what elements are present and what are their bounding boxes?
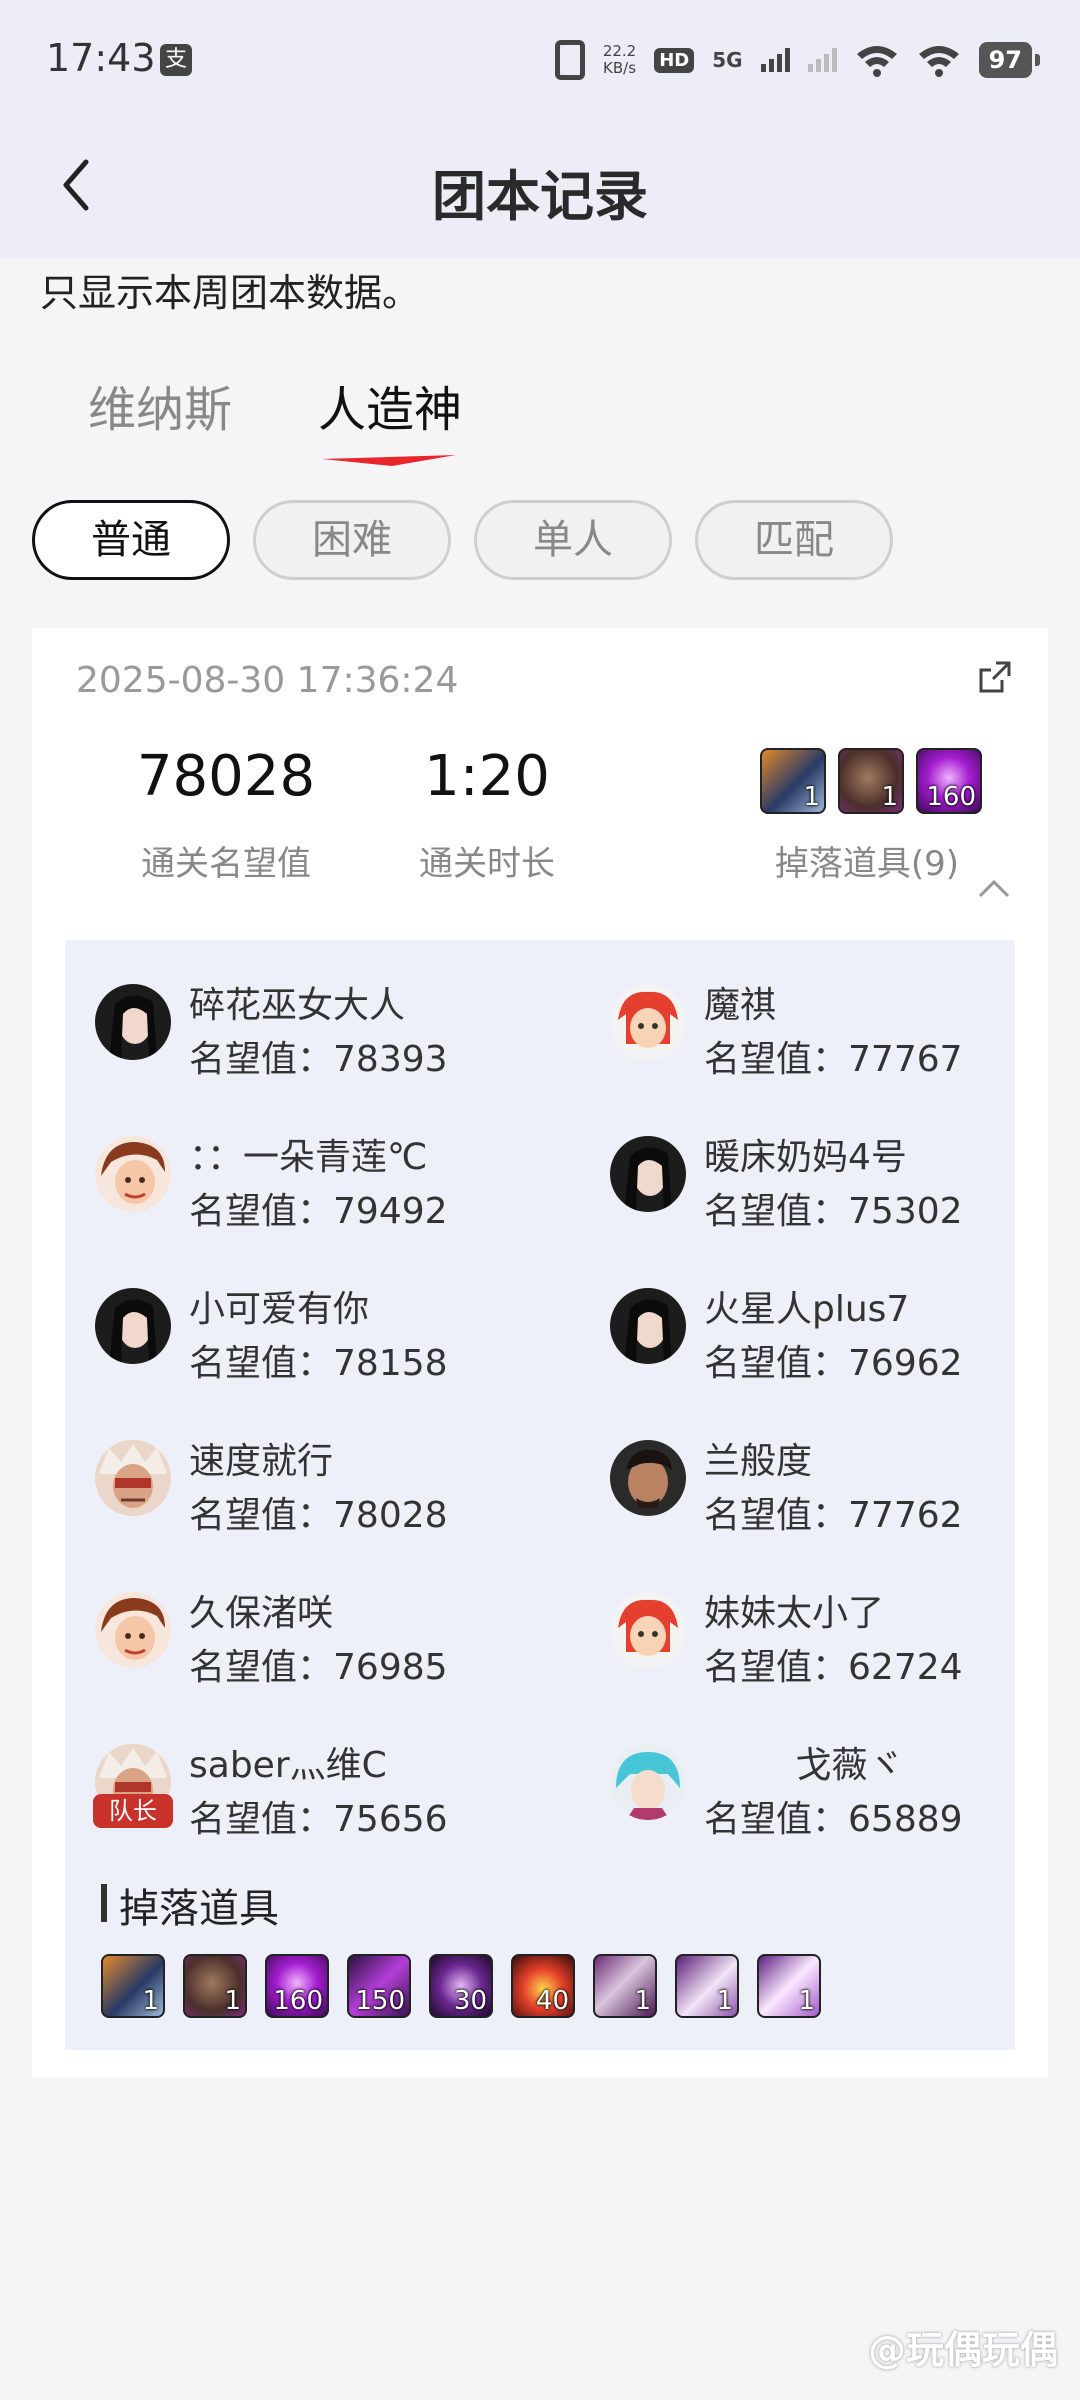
status-time: 17:43 xyxy=(46,36,156,80)
member-item[interactable]: 兰般度 名望值：77762 xyxy=(610,1432,1050,1562)
drops-list: 1 1 160 150 30 40 1 1 1 xyxy=(101,1954,821,2018)
top-nav: 团本记录 xyxy=(0,120,1080,258)
fame-label: 通关名望值 xyxy=(141,844,311,884)
watermark: @玩偶玩偶 xyxy=(867,2328,1058,2372)
active-tab-indicator xyxy=(322,455,456,466)
share-icon[interactable] xyxy=(976,658,1014,696)
status-bar: 17:43 支 22.2 KB/s HD 5G 97 xyxy=(0,0,1080,120)
wifi-plus-icon xyxy=(856,46,897,77)
tab-venus[interactable]: 维纳斯 xyxy=(88,370,232,440)
mode-normal-button[interactable]: 普通 xyxy=(32,500,230,580)
armor-item-icon: 1 xyxy=(760,748,826,814)
member-item[interactable]: 小可爱有你 名望值：78158 xyxy=(95,1280,535,1410)
chevron-up-icon[interactable] xyxy=(976,876,1012,900)
armor-item-icon[interactable]: 1 xyxy=(101,1954,165,2018)
member-item[interactable]: 戈薇ヾ 名望值：65889 xyxy=(610,1736,1050,1866)
chest-box-icon[interactable]: 1 xyxy=(593,1954,657,2018)
avatar xyxy=(95,1136,171,1212)
member-item[interactable]: 久保渚咲 名望值：76985 xyxy=(95,1584,535,1714)
avatar xyxy=(610,1592,686,1668)
portrait-item-icon: 1 xyxy=(838,748,904,814)
signal-icon xyxy=(760,48,790,72)
avatar xyxy=(610,1744,686,1820)
fame-value: 78028 xyxy=(136,744,316,809)
hd-icon: HD xyxy=(654,47,695,73)
boot-item-icon[interactable]: 1 xyxy=(675,1954,739,2018)
purple-orb-icon[interactable]: 160 xyxy=(265,1954,329,2018)
member-item[interactable]: 速度就行 名望值：78028 xyxy=(95,1432,535,1562)
purple-crystal-icon[interactable]: 150 xyxy=(347,1954,411,2018)
notice-text: 只显示本周团本数据。 xyxy=(40,271,421,315)
record-card: 2025-08-30 17:36:24 78028 通关名望值 1:20 通关时… xyxy=(32,628,1048,2078)
network-type: 5G xyxy=(712,48,743,72)
avatar xyxy=(95,1288,171,1364)
member-item[interactable]: ：：一朵青莲℃ 名望值：79492 xyxy=(95,1128,535,1258)
battery-icon: 97 xyxy=(978,42,1041,78)
member-item[interactable]: 魔祺 名望值：77767 xyxy=(610,976,1050,1106)
member-item[interactable]: 队长 saber灬维C 名望值：75656 xyxy=(93,1736,535,1866)
avatar xyxy=(95,984,171,1060)
member-item[interactable]: 碎花巫女大人 名望值：78393 xyxy=(95,976,535,1106)
mode-match-button[interactable]: 匹配 xyxy=(695,500,893,580)
captain-badge: 队长 xyxy=(93,1794,173,1828)
member-item[interactable]: 妹妹太小了 名望值：62724 xyxy=(610,1584,1050,1714)
record-timestamp: 2025-08-30 17:36:24 xyxy=(76,660,459,701)
net-speed: 22.2 KB/s xyxy=(602,42,637,77)
page-title: 团本记录 xyxy=(432,165,648,228)
mode-hard-button[interactable]: 困难 xyxy=(253,500,451,580)
scroll-item-icon[interactable]: 1 xyxy=(757,1954,821,2018)
member-item[interactable]: 暖床奶妈4号 名望值：75302 xyxy=(610,1128,1050,1258)
swirl-stone-icon[interactable]: 30 xyxy=(429,1954,493,2018)
drops-preview[interactable]: 1 1 160 xyxy=(760,748,982,814)
drops-section-title: 掉落道具 xyxy=(101,1876,279,1934)
status-icons: 22.2 KB/s HD 5G 97 xyxy=(554,36,1041,84)
avatar xyxy=(610,984,686,1060)
purple-orb-icon: 160 xyxy=(916,748,982,814)
vibrate-icon xyxy=(554,40,585,80)
tab-artificial-god[interactable]: 人造神 xyxy=(318,370,462,440)
member-item[interactable]: 火星人plus7 名望值：76962 xyxy=(610,1280,1050,1410)
avatar xyxy=(610,1440,686,1516)
avatar xyxy=(95,1592,171,1668)
signal-sim2-icon xyxy=(807,48,837,72)
alipay-icon: 支 xyxy=(160,44,192,76)
wifi-icon xyxy=(918,46,959,77)
mode-solo-button[interactable]: 单人 xyxy=(474,500,672,580)
avatar xyxy=(95,1440,171,1516)
duration-value: 1:20 xyxy=(424,744,550,809)
avatar xyxy=(610,1288,686,1364)
fire-orb-icon[interactable]: 40 xyxy=(511,1954,575,2018)
avatar xyxy=(610,1136,686,1212)
portrait-item-icon[interactable]: 1 xyxy=(183,1954,247,2018)
duration-label: 通关时长 xyxy=(419,844,555,884)
members-panel: 碎花巫女大人 名望值：78393 魔祺 名望值：77767 ：：一朵青莲℃ 名望… xyxy=(65,940,1015,2050)
drops-count-label: 掉落道具(9) xyxy=(774,844,960,884)
